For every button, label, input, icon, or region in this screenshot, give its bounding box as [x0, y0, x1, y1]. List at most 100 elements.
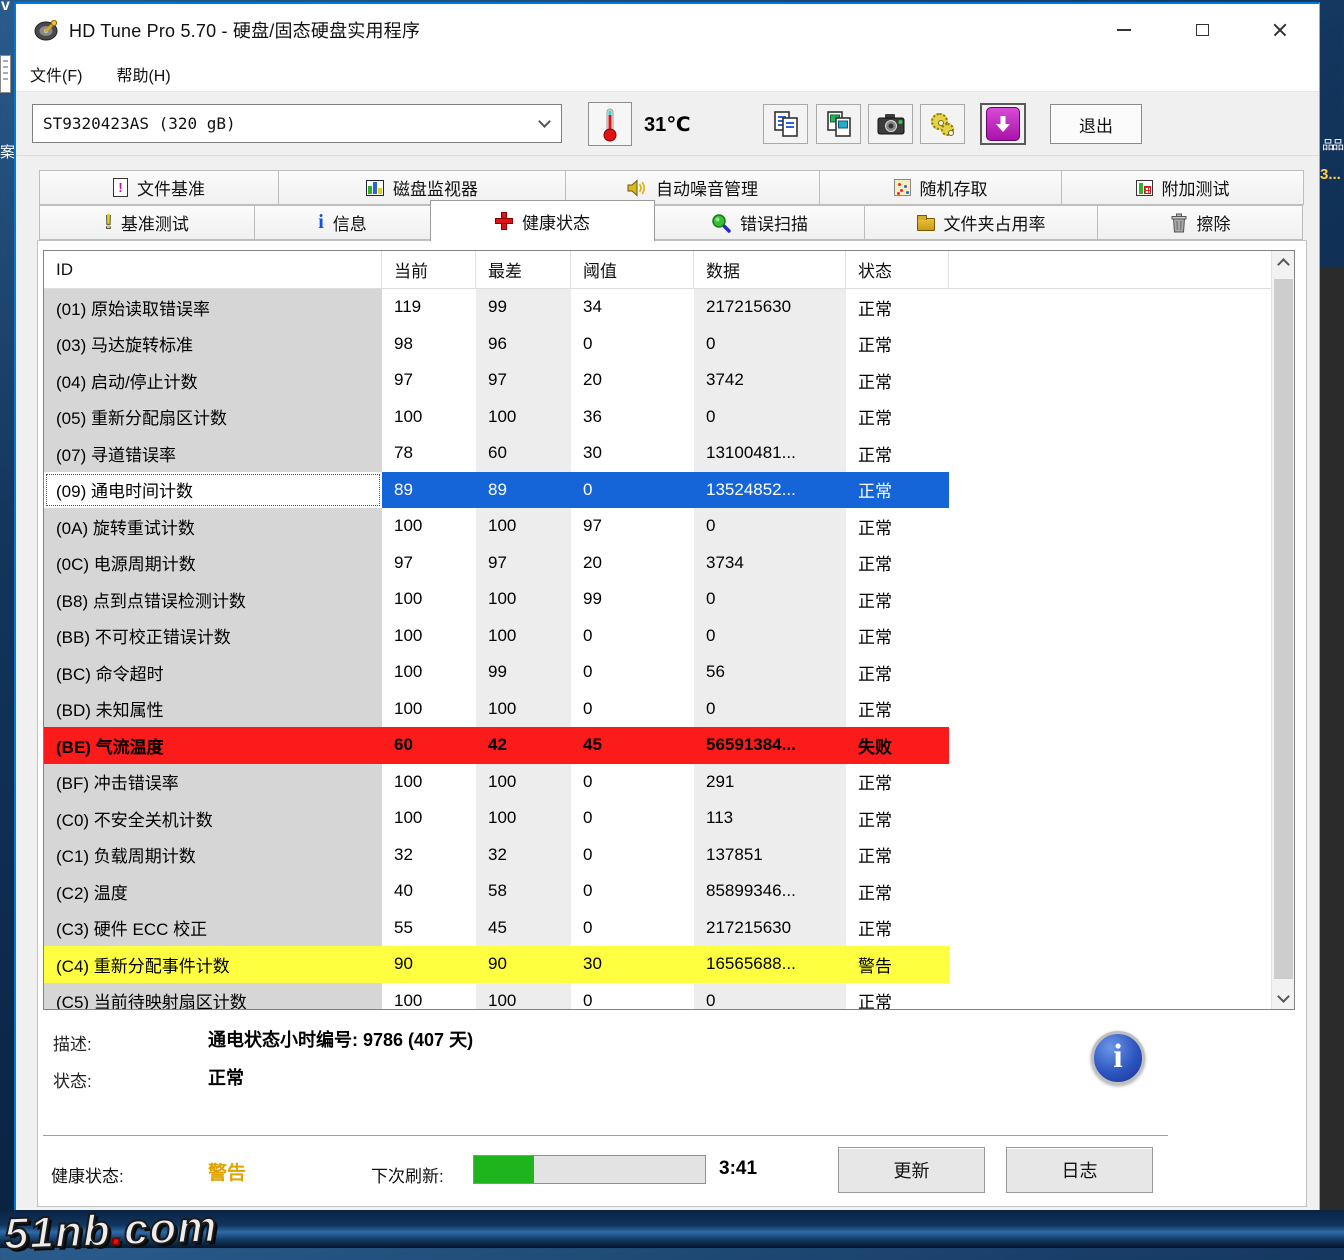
smart-row[interactable]: (05) 重新分配扇区计数100100360正常 — [44, 399, 1294, 436]
app-window: HD Tune Pro 5.70 - 硬盘/固态硬盘实用程序 文件(F) 帮助(… — [14, 2, 1320, 1210]
tab-extra-tests[interactable]: 附加测试 — [1061, 170, 1304, 205]
cell-status: 警告 — [846, 946, 949, 983]
cell-current: 97 — [382, 362, 476, 399]
scroll-down-button[interactable] — [1272, 983, 1295, 1009]
smart-row[interactable]: (C2) 温度4058085899346...正常 — [44, 873, 1294, 910]
smart-row[interactable]: (01) 原始读取错误率1199934217215630正常 — [44, 289, 1294, 326]
cell-status: 正常 — [846, 983, 949, 1010]
cell-worst: 100 — [476, 764, 571, 801]
cell-data: 85899346... — [694, 873, 846, 910]
tab-random-access[interactable]: 随机存取 — [819, 170, 1062, 205]
info-button[interactable]: i — [1091, 1031, 1145, 1085]
cell-threshold: 0 — [571, 983, 694, 1010]
cell-current: 100 — [382, 691, 476, 728]
health-tab-panel: ID当前最差阈值数据状态 (01) 原始读取错误率119993421721563… — [37, 240, 1307, 1207]
cell-data: 137851 — [694, 837, 846, 874]
copy-image-button[interactable] — [816, 104, 861, 144]
screenshot-button[interactable] — [868, 104, 913, 144]
cell-worst: 99 — [476, 289, 571, 326]
cell-current: 100 — [382, 581, 476, 618]
tab-row-1: !文件基准磁盘监视器自动噪音管理随机存取附加测试 — [39, 170, 1308, 205]
maximize-button[interactable] — [1177, 13, 1227, 47]
cell-threshold: 45 — [571, 727, 694, 764]
separator — [43, 1135, 1168, 1137]
cell-status: 正常 — [846, 435, 949, 472]
scrollbar-thumb[interactable] — [1274, 279, 1293, 979]
cell-status: 正常 — [846, 800, 949, 837]
smart-row[interactable]: (03) 马达旋转标准989600正常 — [44, 326, 1294, 363]
settings-button[interactable] — [920, 104, 965, 144]
smart-row[interactable]: (C0) 不安全关机计数1001000113正常 — [44, 800, 1294, 837]
minimize-button[interactable] — [1099, 13, 1149, 47]
status-label: 状态: — [53, 1067, 92, 1092]
smart-row[interactable]: (B8) 点到点错误检测计数100100990正常 — [44, 581, 1294, 618]
col-threshold[interactable]: 阈值 — [571, 251, 694, 288]
drive-select[interactable]: ST9320423AS (320 gB) — [32, 104, 562, 143]
cell-threshold: 36 — [571, 399, 694, 436]
chevron-down-icon — [1277, 990, 1290, 1003]
menu-file[interactable]: 文件(F) — [30, 62, 82, 86]
cell-status: 正常 — [846, 399, 949, 436]
refresh-progress — [473, 1155, 706, 1184]
vertical-scrollbar[interactable] — [1271, 251, 1294, 1009]
save-results-button[interactable] — [980, 103, 1026, 145]
smart-row[interactable]: (C1) 负载周期计数32320137851正常 — [44, 837, 1294, 874]
smart-row[interactable]: (BC) 命令超时10099056正常 — [44, 654, 1294, 691]
cell-data: 291 — [694, 764, 846, 801]
col-status[interactable]: 状态 — [846, 251, 949, 288]
temperature-button[interactable] — [588, 102, 632, 146]
copy-text-button[interactable] — [763, 104, 808, 144]
col-current[interactable]: 当前 — [382, 251, 476, 288]
extra-tests-icon — [1136, 180, 1153, 196]
tab-erase[interactable]: 擦除 — [1097, 205, 1303, 240]
scroll-up-button[interactable] — [1272, 251, 1295, 277]
cell-worst: 42 — [476, 727, 571, 764]
close-button[interactable] — [1255, 13, 1305, 47]
cell-current: 98 — [382, 326, 476, 363]
update-button[interactable]: 更新 — [838, 1147, 985, 1193]
cell-current: 55 — [382, 910, 476, 947]
tab-info[interactable]: i信息 — [254, 205, 431, 240]
smart-row[interactable]: (0A) 旋转重试计数100100970正常 — [44, 508, 1294, 545]
smart-row[interactable]: (07) 寻道错误率78603013100481...正常 — [44, 435, 1294, 472]
health-status-badge: 警告 — [208, 1158, 246, 1185]
cell-current: 100 — [382, 764, 476, 801]
col-data[interactable]: 数据 — [694, 251, 846, 288]
cell-data: 13524852... — [694, 472, 846, 509]
chevron-up-icon — [1277, 258, 1290, 271]
smart-row[interactable]: (09) 通电时间计数8989013524852...正常 — [44, 472, 1294, 509]
cell-threshold: 0 — [571, 618, 694, 655]
tab-health[interactable]: 健康状态 — [430, 200, 655, 241]
col-id[interactable]: ID — [44, 251, 382, 288]
cell-worst: 32 — [476, 837, 571, 874]
smart-row[interactable]: (BF) 冲击错误率1001000291正常 — [44, 764, 1294, 801]
smart-row[interactable]: (C5) 当前待映射扇区计数10010000正常 — [44, 983, 1294, 1010]
smart-row[interactable]: (0C) 电源周期计数9797203734正常 — [44, 545, 1294, 582]
smart-row[interactable]: (C4) 重新分配事件计数90903016565688...警告 — [44, 946, 1294, 983]
exit-button[interactable]: 退出 — [1050, 104, 1142, 144]
cell-threshold: 0 — [571, 910, 694, 947]
cell-worst: 58 — [476, 873, 571, 910]
smart-row[interactable]: (C3) 硬件 ECC 校正55450217215630正常 — [44, 910, 1294, 947]
cell-status: 正常 — [846, 691, 949, 728]
tab-label: 文件基准 — [137, 175, 205, 200]
smart-row[interactable]: (BD) 未知属性10010000正常 — [44, 691, 1294, 728]
tab-file-benchmark[interactable]: !文件基准 — [39, 170, 279, 205]
tab-error-scan[interactable]: 错误扫描 — [654, 205, 865, 240]
menu-help[interactable]: 帮助(H) — [116, 62, 170, 86]
smart-row[interactable]: (BE) 气流温度60424556591384...失败 — [44, 727, 1294, 764]
cell-id: (BC) 命令超时 — [44, 654, 382, 691]
close-icon — [1272, 22, 1288, 38]
log-button[interactable]: 日志 — [1006, 1147, 1153, 1193]
tab-folder-usage[interactable]: 文件夹占用率 — [864, 205, 1098, 240]
tab-benchmark[interactable]: !基准测试 — [39, 205, 255, 240]
thermometer-icon — [599, 106, 621, 142]
cell-data: 13100481... — [694, 435, 846, 472]
smart-row[interactable]: (BB) 不可校正错误计数10010000正常 — [44, 618, 1294, 655]
col-worst[interactable]: 最差 — [476, 251, 571, 288]
toolbar: ST9320423AS (320 gB) 31℃ — [16, 92, 1319, 156]
cell-current: 32 — [382, 837, 476, 874]
smart-row[interactable]: (04) 启动/停止计数9797203742正常 — [44, 362, 1294, 399]
cell-current: 119 — [382, 289, 476, 326]
smart-attributes-table: ID当前最差阈值数据状态 (01) 原始读取错误率119993421721563… — [43, 250, 1295, 1010]
